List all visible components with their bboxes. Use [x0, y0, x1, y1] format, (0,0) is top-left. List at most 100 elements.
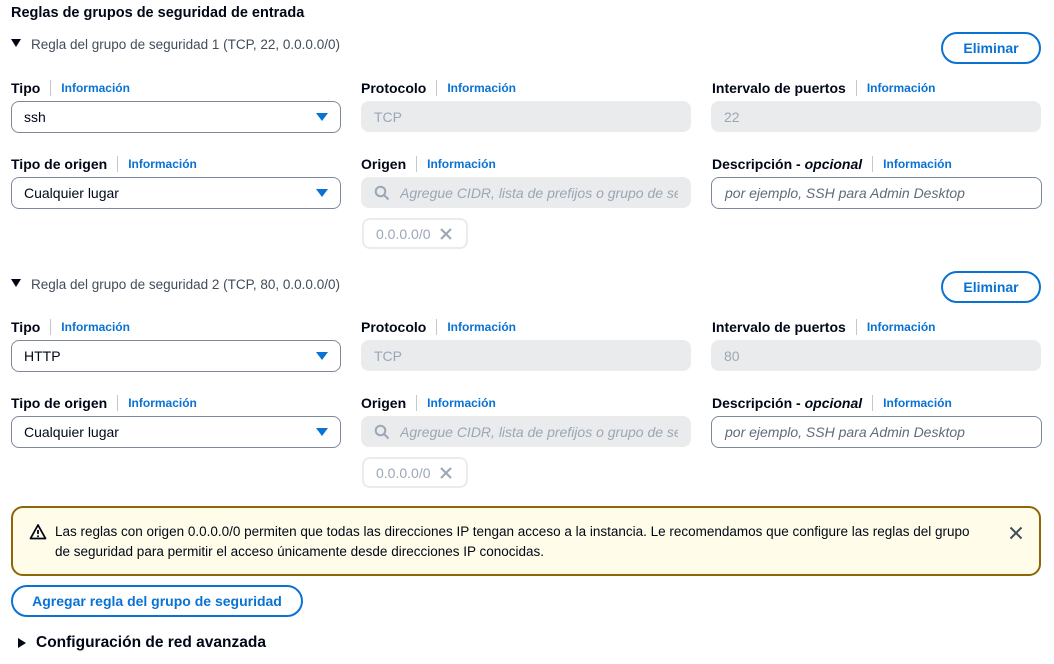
source-token-value: 0.0.0.0/0 — [376, 225, 431, 242]
source-label: Origen — [361, 156, 407, 172]
warning-alert: Las reglas con origen 0.0.0.0/0 permiten… — [11, 506, 1041, 576]
advanced-network-config-toggle[interactable]: Configuración de red avanzada — [18, 634, 266, 652]
protocol-value: TCP — [374, 347, 402, 364]
source-placeholder: Agregue CIDR, lista de prefijos o grupo … — [400, 184, 678, 201]
advanced-network-config-label: Configuración de red avanzada — [36, 634, 266, 651]
dropdown-caret-icon — [316, 189, 328, 197]
search-icon — [374, 424, 390, 439]
port-range-label: Intervalo de puertos — [712, 80, 846, 96]
source-placeholder: Agregue CIDR, lista de prefijos o grupo … — [400, 423, 678, 440]
description-label-row-2: Descripción - opcional Información — [712, 395, 952, 411]
rule-1-header[interactable]: Regla del grupo de seguridad 1 (TCP, 22,… — [11, 37, 340, 52]
remove-token-icon[interactable] — [439, 227, 453, 241]
source-type-info-link[interactable]: Información — [128, 396, 197, 410]
dropdown-caret-icon — [316, 428, 328, 436]
protocol-field-2: TCP — [361, 340, 691, 371]
source-token-value: 0.0.0.0/0 — [376, 464, 431, 481]
source-token-1: 0.0.0.0/0 — [362, 218, 468, 249]
description-label-row-1: Descripción - opcional Información — [712, 156, 952, 172]
port-range-value: 80 — [724, 347, 740, 364]
remove-token-icon[interactable] — [439, 466, 453, 480]
remove-rule-2-button[interactable]: Eliminar — [941, 271, 1041, 303]
protocol-info-link[interactable]: Información — [447, 81, 516, 95]
divider — [50, 319, 52, 335]
protocol-value: TCP — [374, 108, 402, 125]
divider — [416, 395, 418, 411]
type-info-link[interactable]: Información — [61, 81, 130, 95]
expand-caret-icon — [11, 279, 21, 287]
description-info-link[interactable]: Información — [883, 396, 952, 410]
port-range-info-link[interactable]: Información — [867, 320, 936, 334]
divider — [436, 80, 438, 96]
source-type-label-row-1: Tipo de origen Información — [11, 156, 197, 172]
source-info-link[interactable]: Información — [427, 396, 496, 410]
type-select-2[interactable]: HTTP — [11, 340, 341, 372]
remove-rule-1-button[interactable]: Eliminar — [941, 32, 1041, 64]
warning-icon — [29, 524, 47, 540]
port-range-field-2: 80 — [711, 340, 1041, 371]
source-type-select-1[interactable]: Cualquier lugar — [11, 177, 341, 209]
divider — [436, 319, 438, 335]
port-range-value: 22 — [724, 108, 740, 125]
dropdown-caret-icon — [316, 352, 328, 360]
divider — [117, 156, 119, 172]
description-label: Descripción - opcional — [712, 395, 863, 411]
type-select-1[interactable]: ssh — [11, 101, 341, 133]
source-token-2: 0.0.0.0/0 — [362, 457, 468, 488]
type-label: Tipo — [11, 319, 41, 335]
source-type-select-2[interactable]: Cualquier lugar — [11, 416, 341, 448]
port-label-row-2: Intervalo de puertos Información — [712, 319, 935, 335]
protocol-label: Protocolo — [361, 319, 427, 335]
description-placeholder: por ejemplo, SSH para Admin Desktop — [725, 185, 965, 201]
section-title: Reglas de grupos de seguridad de entrada — [11, 5, 305, 21]
type-label: Tipo — [11, 80, 41, 96]
divider — [855, 319, 857, 335]
source-label: Origen — [361, 395, 407, 411]
type-select-value: HTTP — [24, 348, 61, 364]
divider — [872, 156, 874, 172]
description-placeholder: por ejemplo, SSH para Admin Desktop — [725, 424, 965, 440]
expand-caret-icon — [11, 39, 21, 47]
source-label-row-2: Origen Información — [361, 395, 496, 411]
search-icon — [374, 185, 390, 200]
description-input-2[interactable]: por ejemplo, SSH para Admin Desktop — [711, 416, 1042, 448]
rule-2-title: Regla del grupo de seguridad 2 (TCP, 80,… — [31, 277, 340, 292]
port-range-info-link[interactable]: Información — [867, 81, 936, 95]
source-type-info-link[interactable]: Información — [128, 157, 197, 171]
expand-caret-icon — [18, 638, 26, 648]
type-label-row-2: Tipo Información — [11, 319, 130, 335]
port-label-row-1: Intervalo de puertos Información — [712, 80, 935, 96]
description-info-link[interactable]: Información — [883, 157, 952, 171]
add-rule-button[interactable]: Agregar regla del grupo de seguridad — [11, 585, 303, 617]
divider — [416, 156, 418, 172]
dropdown-caret-icon — [316, 113, 328, 121]
protocol-field-1: TCP — [361, 101, 691, 132]
description-label: Descripción - opcional — [712, 156, 863, 172]
divider — [117, 395, 119, 411]
source-label-row-1: Origen Información — [361, 156, 496, 172]
protocol-label-row-2: Protocolo Información — [361, 319, 516, 335]
port-range-field-1: 22 — [711, 101, 1041, 132]
rule-2-header[interactable]: Regla del grupo de seguridad 2 (TCP, 80,… — [11, 277, 340, 292]
source-type-value: Cualquier lugar — [24, 185, 119, 201]
source-type-label: Tipo de origen — [11, 156, 108, 172]
port-range-label: Intervalo de puertos — [712, 319, 846, 335]
protocol-label: Protocolo — [361, 80, 427, 96]
source-type-label-row-2: Tipo de origen Información — [11, 395, 197, 411]
divider — [50, 80, 52, 96]
source-info-link[interactable]: Información — [427, 157, 496, 171]
type-info-link[interactable]: Información — [61, 320, 130, 334]
type-select-value: ssh — [24, 109, 46, 125]
divider — [855, 80, 857, 96]
type-label-row-1: Tipo Información — [11, 80, 130, 96]
source-search-input-2: Agregue CIDR, lista de prefijos o grupo … — [361, 416, 691, 447]
close-icon[interactable] — [1009, 526, 1023, 540]
warning-text: Las reglas con origen 0.0.0.0/0 permiten… — [55, 524, 970, 559]
protocol-info-link[interactable]: Información — [447, 320, 516, 334]
source-search-input-1: Agregue CIDR, lista de prefijos o grupo … — [361, 177, 691, 208]
protocol-label-row-1: Protocolo Información — [361, 80, 516, 96]
source-type-label: Tipo de origen — [11, 395, 108, 411]
description-input-1[interactable]: por ejemplo, SSH para Admin Desktop — [711, 177, 1042, 209]
divider — [872, 395, 874, 411]
source-type-value: Cualquier lugar — [24, 424, 119, 440]
